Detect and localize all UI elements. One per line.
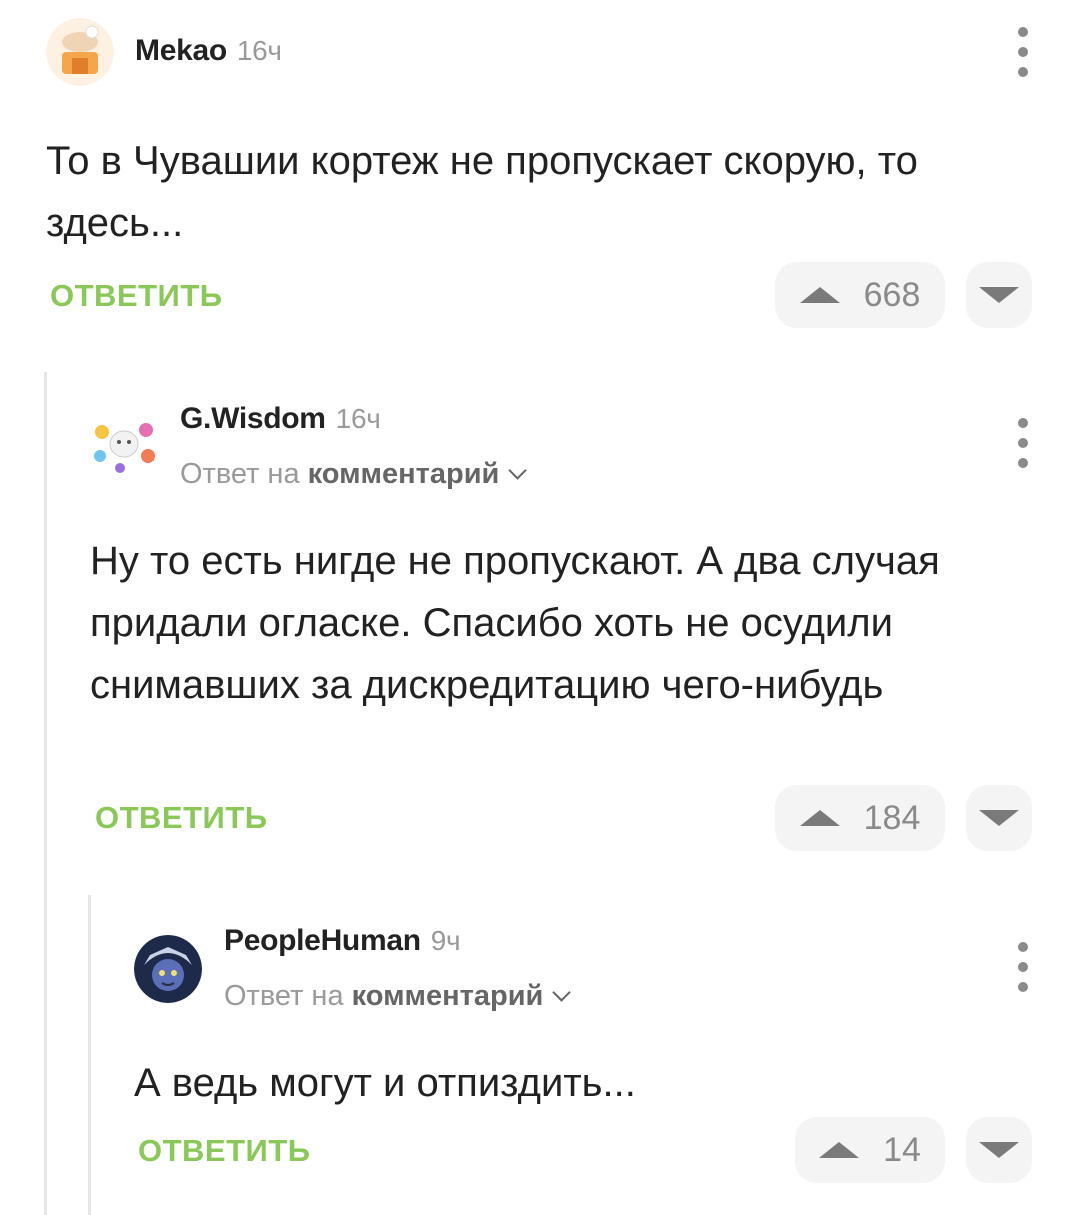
downvote-button[interactable] bbox=[966, 1117, 1032, 1183]
comment-author[interactable]: PeopleHuman 9ч bbox=[224, 924, 461, 958]
triangle-down-icon bbox=[979, 1142, 1019, 1158]
avatar[interactable] bbox=[90, 410, 158, 478]
rating-value: 14 bbox=[883, 1130, 921, 1169]
triangle-down-icon bbox=[979, 287, 1019, 303]
reply-button[interactable]: ОТВЕТИТЬ bbox=[50, 278, 223, 314]
chevron-down-icon bbox=[552, 983, 572, 1002]
comment-text: А ведь могут и отпиздить... bbox=[134, 1061, 636, 1105]
upvote-button[interactable]: 14 bbox=[795, 1117, 945, 1183]
reply-button[interactable]: ОТВЕТИТЬ bbox=[95, 800, 268, 836]
more-vertical-icon[interactable] bbox=[1008, 27, 1038, 77]
downvote-button[interactable] bbox=[966, 262, 1032, 328]
triangle-up-icon bbox=[799, 810, 840, 826]
triangle-down-icon bbox=[979, 810, 1019, 826]
thread-line-level-2 bbox=[88, 895, 91, 1215]
rating-value: 184 bbox=[863, 798, 921, 837]
comment-text: Ну то есть нигде не пропускают. А два сл… bbox=[90, 539, 940, 707]
triangle-up-icon bbox=[799, 287, 840, 303]
comment-time: 16ч bbox=[335, 403, 381, 434]
reply-button[interactable]: ОТВЕТИТЬ bbox=[138, 1133, 311, 1169]
comment-author[interactable]: G.Wisdom 16ч bbox=[180, 402, 381, 436]
upvote-button[interactable]: 668 bbox=[775, 262, 945, 328]
more-vertical-icon[interactable] bbox=[1008, 418, 1038, 468]
upvote-button[interactable]: 184 bbox=[775, 785, 945, 851]
chevron-down-icon bbox=[508, 461, 528, 480]
downvote-button[interactable] bbox=[966, 785, 1032, 851]
comment-author[interactable]: Mekao 16ч bbox=[135, 34, 282, 68]
reply-to-link[interactable]: Ответ на комментарий bbox=[224, 980, 572, 1013]
reply-to-link[interactable]: Ответ на комментарий bbox=[180, 458, 528, 491]
thread-line-level-1 bbox=[44, 372, 47, 1215]
comment-time: 9ч bbox=[430, 925, 461, 956]
triangle-up-icon bbox=[819, 1142, 860, 1158]
avatar[interactable] bbox=[46, 18, 114, 86]
comment-text: То в Чувашии кортеж не пропускает скорую… bbox=[46, 139, 918, 245]
rating-value: 668 bbox=[863, 275, 921, 314]
comment-time: 16ч bbox=[236, 35, 282, 66]
more-vertical-icon[interactable] bbox=[1008, 942, 1038, 992]
avatar[interactable] bbox=[134, 935, 202, 1003]
